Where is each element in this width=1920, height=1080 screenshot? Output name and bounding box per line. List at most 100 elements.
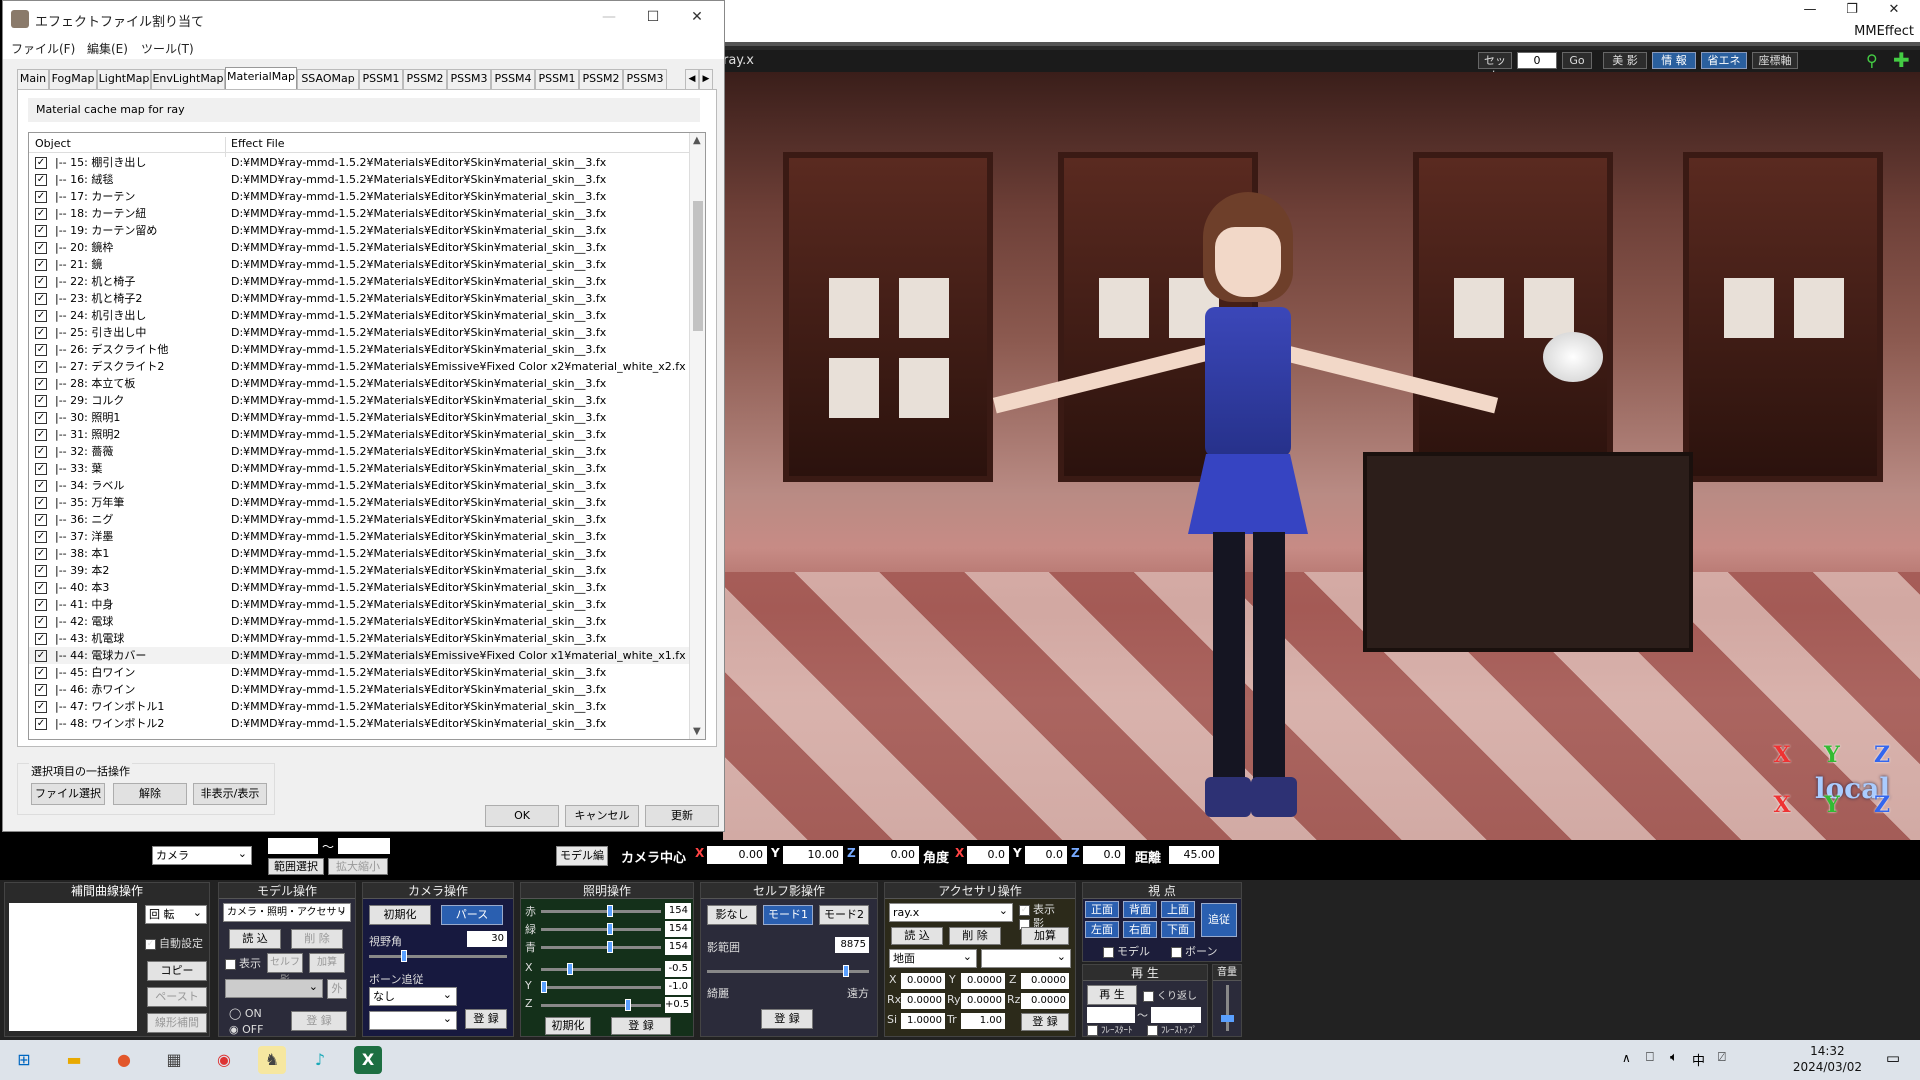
update-button[interactable]: 更新	[645, 805, 719, 827]
menu-edit[interactable]: 編集(E)	[87, 40, 128, 57]
model-bone-select[interactable]	[225, 978, 323, 998]
linear-interp-button[interactable]: 線形補間	[147, 1013, 207, 1033]
shadow-none-button[interactable]: 影なし	[707, 905, 757, 925]
fov-input[interactable]: 30	[467, 931, 507, 947]
row-checkbox[interactable]: ✓	[35, 565, 47, 577]
expand-button[interactable]: 拡大縮小	[328, 858, 388, 875]
camera-init-button[interactable]: 初期化	[369, 905, 431, 925]
list-item[interactable]: ✓ |-- 40: 本3 D:¥MMD¥ray-mmd-1.5.2¥Material…	[29, 579, 689, 596]
rotate-z-icon[interactable]: Z	[1863, 740, 1901, 770]
tab-pssm3[interactable]: PSSM3	[447, 69, 491, 89]
clear-button[interactable]: 解除	[113, 783, 187, 805]
accessory-parent-select[interactable]: 地面	[889, 948, 977, 968]
list-item[interactable]: ✓ |-- 34: ラベル D:¥MMD¥ray-mmd-1.5.2¥Materia…	[29, 477, 689, 494]
clock[interactable]: 14:32 2024/03/02	[1793, 1043, 1862, 1075]
view-left-button[interactable]: 左面	[1085, 921, 1119, 938]
row-checkbox[interactable]: ✓	[35, 650, 47, 662]
row-checkbox[interactable]: ✓	[35, 157, 47, 169]
row-checkbox[interactable]: ✓	[35, 480, 47, 492]
camera-x-input[interactable]: 0.00	[707, 846, 767, 864]
notification-icon[interactable]: ▭	[1886, 1049, 1900, 1067]
hide-show-button[interactable]: 非表示/表示	[193, 783, 267, 805]
repeat-checkbox[interactable]: くり返し	[1143, 987, 1197, 1002]
3d-viewport[interactable]: local X Y Z X Y Z	[723, 72, 1920, 840]
list-item[interactable]: ✓ |-- 33: 葉 D:¥MMD¥ray-mmd-1.5.2¥Materials…	[29, 460, 689, 477]
outer-button[interactable]: 外	[327, 979, 347, 999]
list-item[interactable]: ✓ |-- 48: ワインボトル2 D:¥MMD¥ray-mmd-1.5.2¥Mat…	[29, 715, 689, 732]
light-y-input[interactable]: -1.0	[665, 979, 691, 995]
zoom-icon[interactable]: ⚲	[1866, 51, 1878, 70]
bone-target-select[interactable]	[369, 1010, 457, 1030]
acc-transparency-input[interactable]: 1.00	[961, 1013, 1005, 1029]
ime-mode-icon[interactable]: ⍁	[1718, 1050, 1726, 1065]
range-start-input[interactable]	[268, 838, 318, 854]
camera-register-button[interactable]: 登 録	[465, 1009, 507, 1029]
light-z-knob[interactable]	[625, 999, 631, 1011]
play-start-input[interactable]	[1087, 1007, 1135, 1023]
play-button[interactable]: 再 生	[1087, 985, 1137, 1005]
off-radio[interactable]: ◉ OFF	[229, 1023, 263, 1036]
view-bone-checkbox[interactable]: ボーン	[1171, 943, 1217, 959]
list-item[interactable]: ✓ |-- 42: 電球 D:¥MMD¥ray-mmd-1.5.2¥Material…	[29, 613, 689, 630]
range-end-input[interactable]	[338, 838, 390, 854]
save-energy-button[interactable]: 省エネ	[1701, 52, 1747, 69]
list-item[interactable]: ✓ |-- 20: 鏡枠 D:¥MMD¥ray-mmd-1.5.2¥Material…	[29, 239, 689, 256]
row-effect-file[interactable]: D:¥MMD¥ray-mmd-1.5.2¥Materials¥Editor¥Sk…	[231, 511, 606, 528]
accessory-register-button[interactable]: 登 録	[1021, 1013, 1069, 1031]
blue-input[interactable]: 154	[665, 939, 691, 955]
self-shadow-button[interactable]: セルフ影	[267, 953, 303, 986]
acc-scale-input[interactable]: 1.0000	[901, 1013, 945, 1029]
model-register-button[interactable]: 登 録	[291, 1011, 347, 1031]
frame-input[interactable]: 0	[1517, 52, 1557, 69]
rotate-x-icon[interactable]: X	[1763, 740, 1801, 770]
row-effect-file[interactable]: D:¥MMD¥ray-mmd-1.5.2¥Materials¥Editor¥Sk…	[231, 596, 606, 613]
red-slider-knob[interactable]	[607, 905, 613, 917]
row-checkbox[interactable]: ✓	[35, 208, 47, 220]
fov-slider-knob[interactable]	[401, 950, 407, 962]
row-checkbox[interactable]: ✓	[35, 531, 47, 543]
acc-z-input[interactable]: 0.0000	[1021, 973, 1069, 989]
model-edit-button[interactable]: モデル編	[556, 846, 608, 866]
light-z-input[interactable]: +0.5	[665, 997, 691, 1013]
tab-lightmap[interactable]: LightMap	[97, 69, 151, 89]
row-effect-file[interactable]: D:¥MMD¥ray-mmd-1.5.2¥Materials¥Editor¥Sk…	[231, 188, 606, 205]
list-item[interactable]: ✓ |-- 37: 洋墨 D:¥MMD¥ray-mmd-1.5.2¥Material…	[29, 528, 689, 545]
close-icon[interactable]: ✕	[682, 9, 712, 25]
row-checkbox[interactable]: ✓	[35, 582, 47, 594]
list-item[interactable]: ✓ |-- 23: 机と椅子2 D:¥MMD¥ray-mmd-1.5.2¥Mater…	[29, 290, 689, 307]
move-y-icon[interactable]: Y	[1813, 790, 1851, 820]
tab-pssm3-b[interactable]: PSSM3	[623, 69, 667, 89]
view-model-checkbox[interactable]: モデル	[1103, 943, 1150, 959]
list-item[interactable]: ✓ |-- 38: 本1 D:¥MMD¥ray-mmd-1.5.2¥Material…	[29, 545, 689, 562]
list-item[interactable]: ✓ |-- 26: デスクライト他 D:¥MMD¥ray-mmd-1.5.2¥Mat…	[29, 341, 689, 358]
row-effect-file[interactable]: D:¥MMD¥ray-mmd-1.5.2¥Materials¥Editor¥Sk…	[231, 290, 606, 307]
acc-y-input[interactable]: 0.0000	[961, 973, 1005, 989]
tab-envlightmap[interactable]: EnvLightMap	[151, 69, 225, 89]
angle-x-input[interactable]: 0.0	[967, 846, 1009, 864]
tab-scroll-left-icon[interactable]: ◀	[685, 69, 699, 89]
file-explorer-icon[interactable]: ▬	[60, 1046, 88, 1074]
list-item[interactable]: ✓ |-- 17: カーテン D:¥MMD¥ray-mmd-1.5.2¥Materi…	[29, 188, 689, 205]
row-effect-file[interactable]: D:¥MMD¥ray-mmd-1.5.2¥Materials¥Editor¥Sk…	[231, 715, 606, 732]
list-item[interactable]: ✓ |-- 27: デスクライト2 D:¥MMD¥ray-mmd-1.5.2¥Mat…	[29, 358, 689, 375]
list-item[interactable]: ✓ |-- 24: 机引き出し D:¥MMD¥ray-mmd-1.5.2¥Mater…	[29, 307, 689, 324]
info-button[interactable]: 情 報	[1652, 52, 1696, 69]
row-effect-file[interactable]: D:¥MMD¥ray-mmd-1.5.2¥Materials¥Editor¥Sk…	[231, 545, 606, 562]
row-effect-file[interactable]: D:¥MMD¥ray-mmd-1.5.2¥Materials¥Editor¥Sk…	[231, 613, 606, 630]
row-effect-file[interactable]: D:¥MMD¥ray-mmd-1.5.2¥Materials¥Emissive¥…	[231, 358, 686, 375]
list-item[interactable]: ✓ |-- 43: 机電球 D:¥MMD¥ray-mmd-1.5.2¥Materia…	[29, 630, 689, 647]
set-button[interactable]: セット	[1478, 52, 1512, 82]
list-item[interactable]: ✓ |-- 29: コルク D:¥MMD¥ray-mmd-1.5.2¥Materia…	[29, 392, 689, 409]
row-checkbox[interactable]: ✓	[35, 327, 47, 339]
tab-pssm2[interactable]: PSSM2	[403, 69, 447, 89]
rotate-y-icon[interactable]: Y	[1813, 740, 1851, 770]
shadow-mode1-button[interactable]: モード1	[763, 905, 813, 925]
accessory-load-button[interactable]: 読 込	[891, 927, 943, 945]
row-checkbox[interactable]: ✓	[35, 412, 47, 424]
row-checkbox[interactable]: ✓	[35, 701, 47, 713]
accessory-delete-button[interactable]: 削 除	[949, 927, 1001, 945]
row-effect-file[interactable]: D:¥MMD¥ray-mmd-1.5.2¥Materials¥Emissive¥…	[231, 647, 686, 664]
view-bottom-button[interactable]: 下面	[1161, 921, 1195, 938]
file-select-button[interactable]: ファイル選択	[31, 783, 105, 805]
view-back-button[interactable]: 背面	[1123, 901, 1157, 918]
